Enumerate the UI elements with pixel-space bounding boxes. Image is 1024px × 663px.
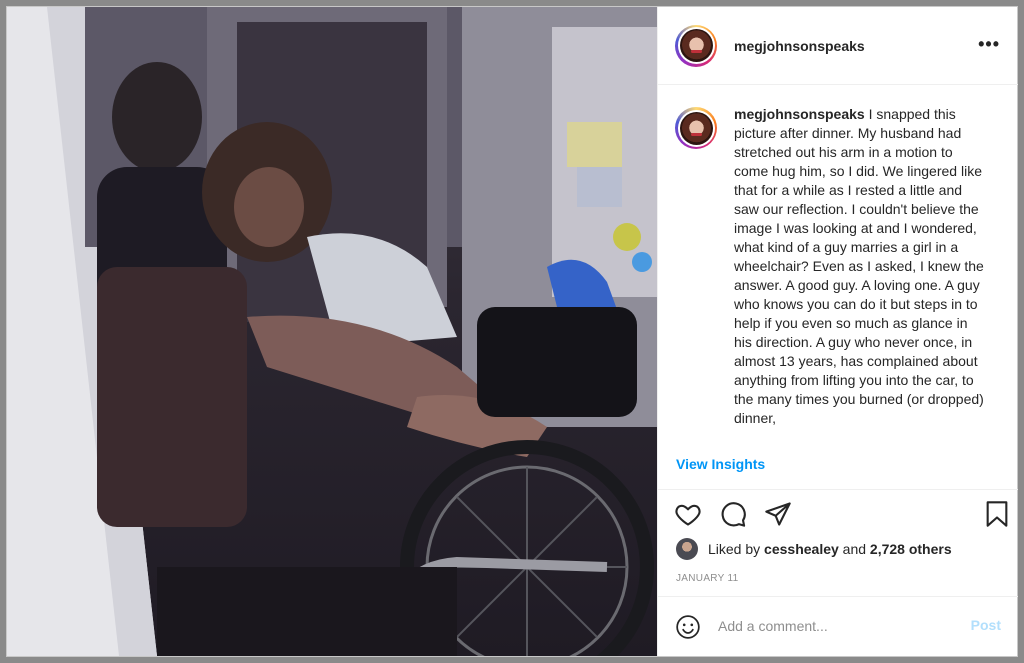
- post-side-panel: megjohnsonspeaks ••• megjohnsonspeaks I …: [657, 7, 1018, 656]
- divider: [658, 489, 1018, 490]
- comment-icon[interactable]: [719, 500, 747, 533]
- comment-bar: Post: [658, 597, 1018, 656]
- avatar-ring: [677, 27, 715, 64]
- caption-body: I snapped this picture after dinner. My …: [734, 106, 984, 426]
- more-options-icon[interactable]: •••: [978, 34, 1000, 55]
- liker-username[interactable]: cesshealey: [764, 541, 839, 557]
- view-insights-link[interactable]: View Insights: [676, 456, 765, 472]
- smiley-icon[interactable]: [675, 614, 701, 645]
- post-comment-button[interactable]: Post: [971, 617, 1001, 633]
- caption-avatar[interactable]: [675, 107, 717, 149]
- post-photo-illustration: [7, 7, 657, 656]
- likes-summary: Liked by cesshealey and 2,728 others: [676, 538, 952, 560]
- caption-text: megjohnsonspeaks I snapped this picture …: [734, 105, 984, 447]
- caption-username[interactable]: megjohnsonspeaks: [734, 106, 865, 122]
- likes-prefix: Liked by: [708, 541, 761, 557]
- profile-avatar[interactable]: [675, 24, 717, 67]
- caption-block: megjohnsonspeaks I snapped this picture …: [658, 85, 1018, 447]
- post-date[interactable]: JANUARY 11: [676, 573, 738, 584]
- avatar-ring: [677, 109, 715, 147]
- instagram-post-modal: megjohnsonspeaks ••• megjohnsonspeaks I …: [6, 6, 1018, 657]
- paper-plane-icon[interactable]: [764, 500, 792, 533]
- heart-icon[interactable]: [674, 500, 702, 533]
- liker-avatar[interactable]: [676, 538, 698, 560]
- post-header: megjohnsonspeaks •••: [658, 7, 1018, 85]
- likes-middle: and: [842, 541, 867, 557]
- likes-count[interactable]: 2,728 others: [870, 541, 952, 557]
- post-photo[interactable]: [7, 7, 657, 656]
- bookmark-icon[interactable]: [984, 500, 1010, 533]
- avatar-photo: [679, 111, 713, 145]
- comment-input[interactable]: [718, 615, 958, 637]
- action-bar: [674, 500, 1008, 533]
- avatar-photo: [679, 29, 713, 62]
- header-username[interactable]: megjohnsonspeaks: [734, 38, 865, 54]
